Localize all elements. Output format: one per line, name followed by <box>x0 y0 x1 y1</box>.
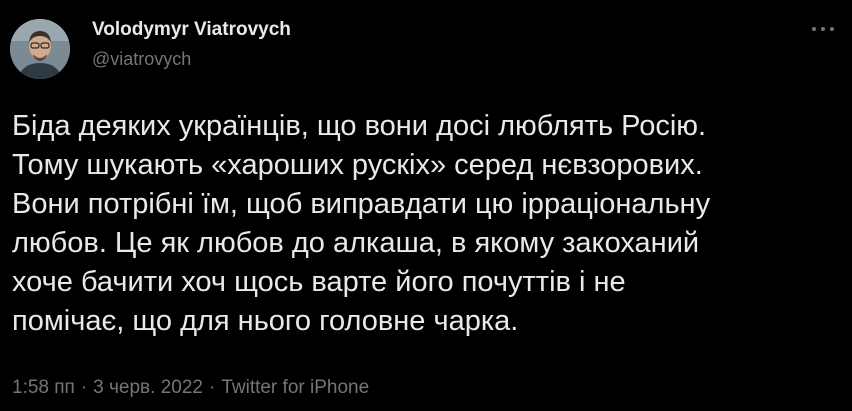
tweet-text-line: Біда деяких українців, що вони досі любл… <box>12 110 707 142</box>
tweet-metadata: 1:58 пп · 3 черв. 2022 · Twitter for iPhone <box>12 376 369 400</box>
dot <box>821 27 825 31</box>
tweet-text: Біда деяких українців, що вони досі любл… <box>12 107 842 341</box>
tweet-source[interactable]: Twitter for iPhone <box>221 377 369 398</box>
tweet-date[interactable]: 3 черв. 2022 <box>93 377 203 398</box>
separator: · <box>80 377 88 398</box>
dot <box>830 27 834 31</box>
tweet-text-line: Тому шукають «хароших рускіх» серед нєвз… <box>12 149 703 181</box>
tweet: Volodymyr Viatrovych @viatrovych Біда де… <box>0 0 852 411</box>
author-handle[interactable]: @viatrovych <box>92 47 291 71</box>
separator: · <box>208 377 216 398</box>
avatar[interactable] <box>10 19 70 79</box>
dot <box>812 27 816 31</box>
more-horizontal-icon[interactable] <box>812 22 834 36</box>
tweet-time[interactable]: 1:58 пп <box>12 377 75 398</box>
author-block: Volodymyr Viatrovych @viatrovych <box>92 18 291 71</box>
tweet-text-line: хоче бачити хоч щось варте його почуттів… <box>12 266 626 298</box>
author-display-name[interactable]: Volodymyr Viatrovych <box>92 18 291 42</box>
tweet-text-line: помічає, що для нього головне чарка. <box>12 305 519 337</box>
tweet-text-line: любов. Це як любов до алкаша, в якому за… <box>12 227 700 259</box>
avatar-photo <box>10 19 70 79</box>
tweet-text-line: Вони потрібні їм, щоб виправдати цю ірра… <box>12 188 711 220</box>
